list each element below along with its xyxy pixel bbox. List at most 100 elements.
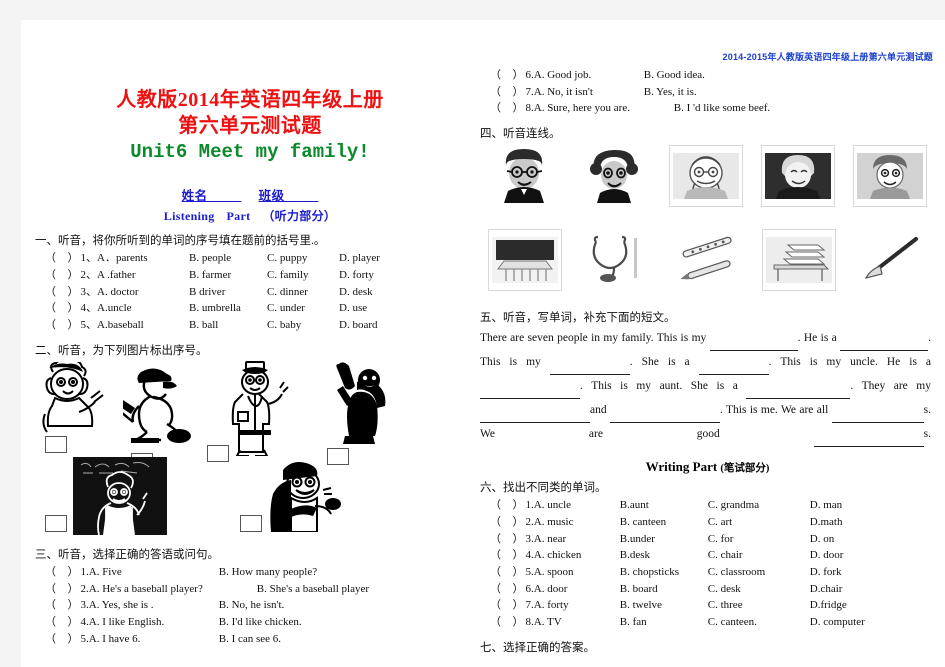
question-row: （ ）1.A. Five B. How many people? [45, 565, 318, 578]
answer-bracket[interactable]: （ ） [45, 566, 81, 578]
right-column: 2014-2015年人教版英语四年级上册第六单元测试题 （ ）6.A. Good… [480, 20, 935, 667]
answer-box[interactable] [45, 514, 67, 532]
passage-text: . This is me. We are all [719, 404, 829, 417]
passage-blank[interactable] [746, 375, 851, 400]
passage-blank[interactable] [813, 423, 924, 448]
passage-text: and [590, 404, 607, 417]
answer-bracket[interactable]: （ ） [45, 616, 81, 628]
listening-part-heading: Listening Part （听力部分） [163, 209, 337, 224]
passage-blank[interactable] [831, 399, 924, 424]
picture-boy[interactable] [853, 145, 927, 208]
passage-blank[interactable] [480, 375, 580, 400]
answer-bracket[interactable]: （ ） [45, 583, 81, 595]
writing-part-heading: Writing Part (笔试部分) [645, 459, 770, 475]
answer-bracket[interactable]: （ ） [490, 566, 526, 578]
answer-bracket[interactable]: （ ） [45, 319, 81, 331]
question-row: （ ）4.A. I like English. B. I'd like chick… [45, 615, 302, 628]
picture-doctor [230, 360, 290, 456]
answer-bracket[interactable]: （ ） [490, 583, 526, 595]
passage-text: . This is my aunt. She is a [580, 380, 738, 393]
passage-blank[interactable] [549, 351, 630, 376]
picture-girl-with-pencil [39, 361, 109, 434]
picture-desk-blackboard[interactable] [488, 229, 562, 292]
question-row: （ ）5、A.baseball B. ball C. baby D. board [45, 319, 378, 332]
answer-bracket[interactable]: （ ） [490, 516, 526, 528]
name-field-label: 姓名_____ [181, 189, 242, 204]
section-5-passage: There are seven people in my family. Thi… [480, 327, 935, 448]
student-info-line: 姓名_____ 班级_____ [35, 185, 465, 204]
picture-baseball-silhouette [323, 362, 395, 450]
left-column: 人教版2014年英语四年级上册 第六单元测试题 Unit6 Meet my fa… [35, 20, 465, 667]
passage-blank[interactable] [840, 327, 929, 352]
answer-bracket[interactable]: （ ） [45, 633, 81, 645]
question-row: （ ）3.A. Yes, she is . B. No, he isn't. [45, 599, 285, 612]
page-title-line2: 第六单元测试题 [178, 114, 322, 137]
picture-mother[interactable] [578, 145, 650, 205]
answer-box[interactable] [240, 514, 262, 532]
question-row: （ ）6.A. Good job. B. Good idea. [490, 69, 705, 81]
answer-bracket[interactable]: （ ） [45, 252, 81, 264]
answer-bracket[interactable]: （ ） [490, 69, 526, 81]
picture-teacher-at-blackboard [73, 456, 167, 535]
question-row: （ ）4.A. chicken B.desk C. chair D. door [490, 549, 844, 562]
picture-books-on-desk[interactable] [762, 229, 837, 292]
section-6-heading: 六、找出不同类的单词。 [480, 482, 607, 495]
answer-bracket[interactable]: （ ） [490, 499, 526, 511]
question-row: （ ）8.A. TV B. fan C. canteen. D. computer [490, 616, 865, 629]
running-header: 2014-2015年人教版英语四年级上册第六单元测试题 [722, 52, 933, 62]
section-2-heading: 二、听音，为下列图片标出序号。 [35, 344, 208, 357]
question-row: （ ）4、A.uncle B. umbrella C. under D. use [45, 302, 368, 315]
section-3-questions-right: （ ）6.A. Good job. B. Good idea. （ ）7.A. N… [480, 67, 935, 117]
passage-blank[interactable] [480, 399, 590, 424]
picture-stethoscope[interactable] [581, 229, 653, 289]
answer-bracket[interactable]: （ ） [490, 102, 526, 114]
question-row: （ ）1、A．parents B. people C. puppy D. player [45, 252, 380, 265]
passage-text: . She is a [629, 356, 690, 369]
section-1-heading: 一、听音，将你所听到的单词的序号填在题前的括号里.。 [35, 235, 326, 248]
picture-flute-pen[interactable] [672, 229, 744, 289]
worksheet-page: 人教版2014年英语四年级上册 第六单元测试题 Unit6 Meet my fa… [21, 20, 945, 667]
passage-text: . This is my uncle. He is a [768, 356, 932, 369]
picture-hockey-stick[interactable] [855, 229, 927, 289]
answer-bracket[interactable]: （ ） [490, 533, 526, 545]
class-field-label: 班级_____ [258, 189, 319, 204]
answer-bracket[interactable]: （ ） [45, 599, 81, 611]
passage-text: s. [923, 428, 932, 441]
answer-bracket[interactable]: （ ） [490, 549, 526, 561]
section-5-heading: 五、听音，写单词，补充下面的短文。 [480, 312, 676, 325]
question-row: （ ）7.A. forty B. twelve C. three D.fridge [490, 599, 847, 612]
unit-title: Unit6 Meet my family! [130, 141, 370, 164]
question-row: （ ）1.A. uncle B.aunt C. grandma D. man [490, 499, 843, 512]
question-row: （ ）2.A. He's a baseball player? B. She's … [45, 582, 370, 595]
section-4-people-row [480, 145, 935, 208]
section-3-questions-left: （ ）1.A. Five B. How many people? （ ）2.A. … [35, 564, 465, 648]
picture-grandpa[interactable] [668, 145, 743, 208]
answer-bracket[interactable]: （ ） [45, 302, 81, 314]
picture-grandma[interactable] [760, 145, 835, 208]
passage-blank[interactable] [698, 351, 769, 376]
section-4-objects-row [480, 229, 935, 292]
page-title-line1: 人教版2014年英语四年级上册 [116, 89, 384, 111]
passage-text: There are seven people in my family. Thi… [480, 332, 707, 345]
passage-blank[interactable] [709, 327, 798, 352]
answer-box[interactable] [207, 444, 229, 462]
question-row: （ ）3.A. near B.under C. for D. on [490, 532, 835, 545]
question-row: （ ）7.A. No, it isn't B. Yes, it is. [490, 85, 697, 98]
question-row: （ ）2、A .father B. farmer C. family D. forty [45, 268, 374, 281]
picture-father-with-glasses[interactable] [488, 145, 560, 205]
picture-baseball-batter [123, 366, 203, 448]
answer-bracket[interactable]: （ ） [490, 616, 526, 628]
section-1-questions: （ ）1、A．parents B. people C. puppy D. player… [35, 250, 465, 334]
passage-text: . They are my [850, 380, 931, 393]
section-2-picture-grid [35, 360, 465, 538]
section-7-heading: 七、选择正确的答案。 [480, 641, 595, 654]
picture-boy-with-food [267, 460, 347, 532]
section-6-questions: （ ）1.A. uncle B.aunt C. grandma D. man （ ）2… [480, 497, 935, 631]
passage-blank[interactable] [609, 399, 720, 424]
answer-box[interactable] [45, 435, 67, 453]
answer-bracket[interactable]: （ ） [490, 599, 526, 611]
answer-bracket[interactable]: （ ） [490, 86, 526, 98]
answer-bracket[interactable]: （ ） [45, 286, 81, 298]
answer-bracket[interactable]: （ ） [45, 269, 81, 281]
question-row: （ ）2.A. music B. canteen C. art D.math [490, 515, 843, 528]
